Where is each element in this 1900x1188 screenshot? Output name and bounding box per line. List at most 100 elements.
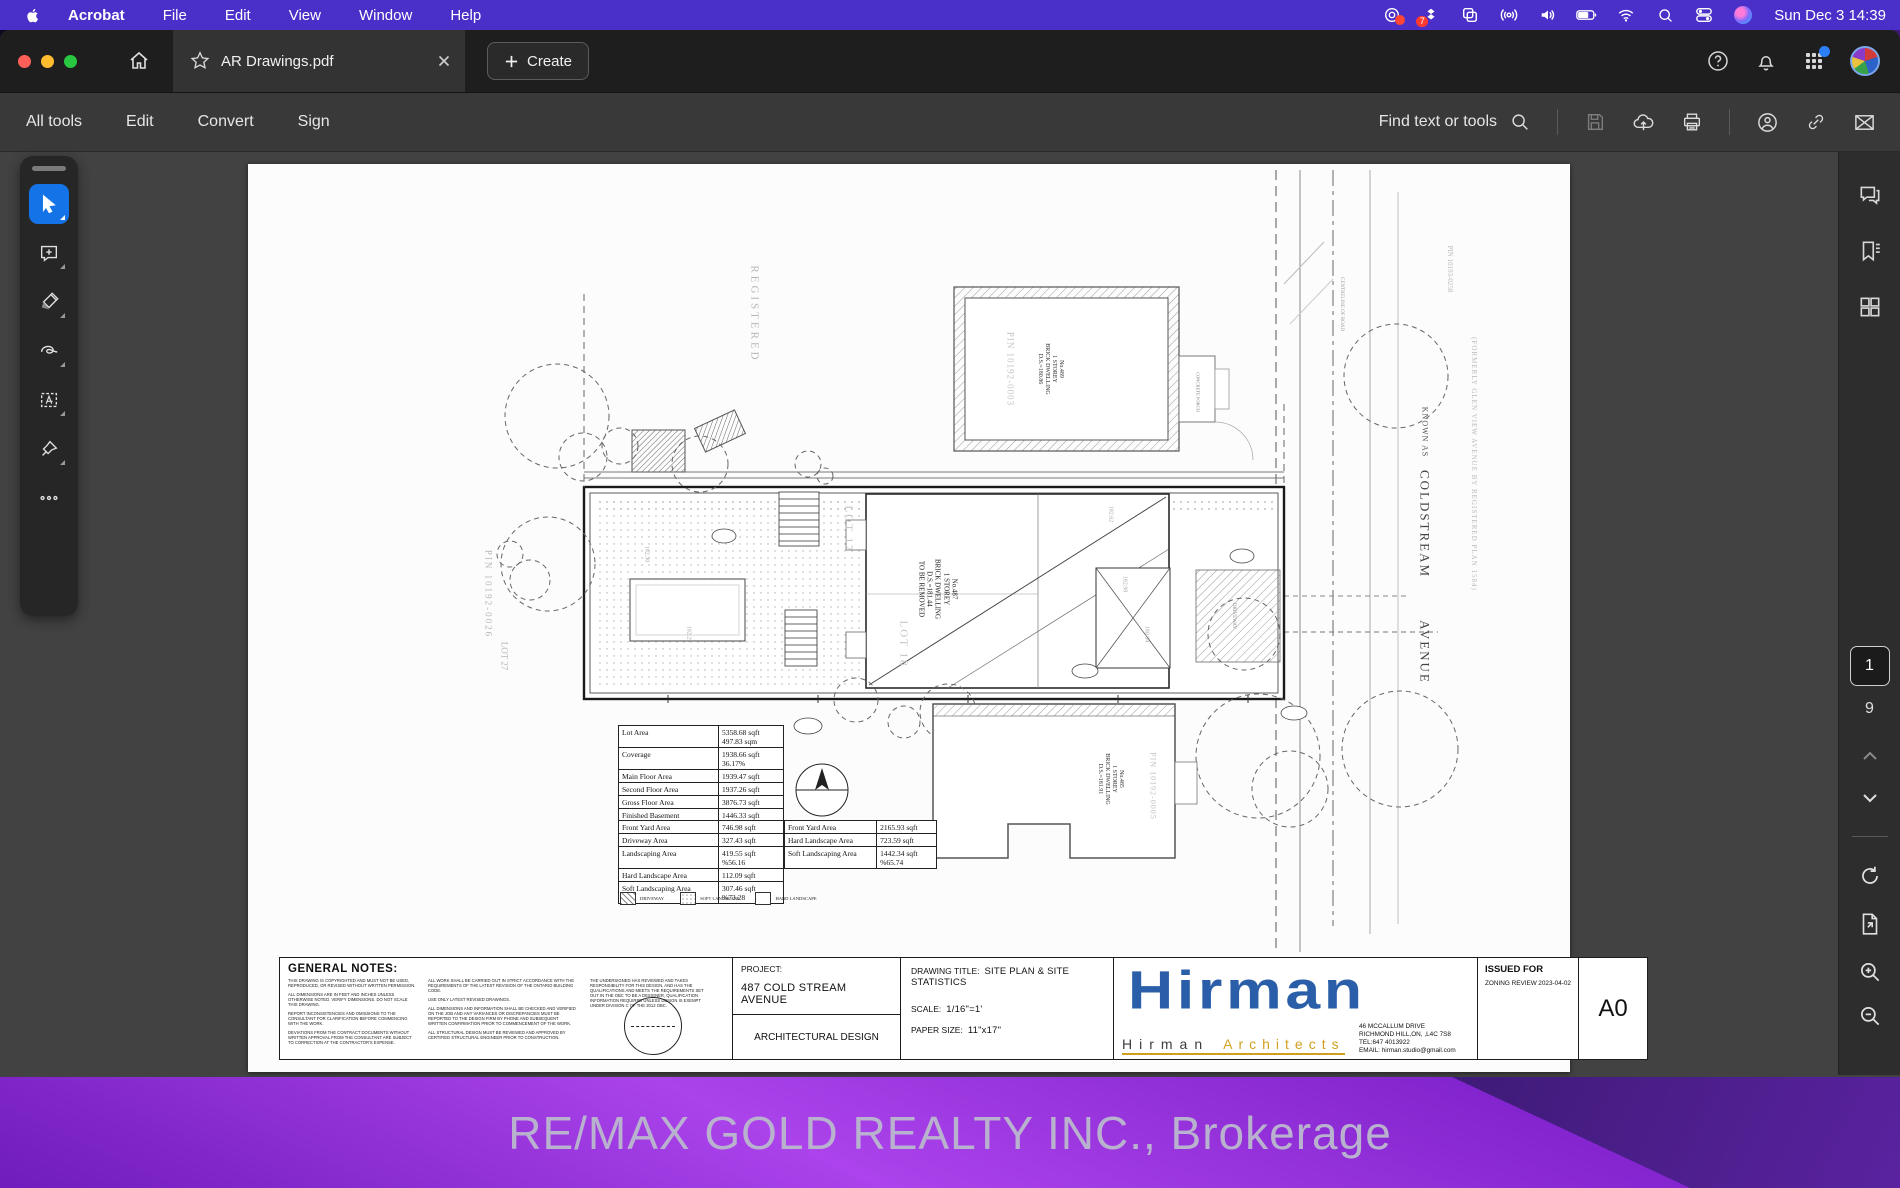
home-button[interactable] <box>119 41 159 81</box>
project-label: PROJECT: <box>741 964 892 974</box>
zoom-in-icon[interactable] <box>1857 959 1883 985</box>
current-page-input[interactable]: 1 <box>1850 646 1890 686</box>
issued-for-section: ISSUED FOR ZONING REVIEW 2023-04-02 <box>1478 958 1579 1059</box>
pin-right-label: PIN 10193-0258 <box>1446 246 1454 293</box>
edit-menu[interactable]: Edit <box>126 113 154 131</box>
star-icon[interactable] <box>189 50 211 72</box>
menubar-clock[interactable]: Sun Dec 3 14:39 <box>1774 7 1886 24</box>
tab-title: AR Drawings.pdf <box>221 53 425 70</box>
scale-label: SCALE: <box>911 1004 941 1014</box>
lot-17-label: LOT 17 <box>842 506 855 553</box>
site-plan-drawing <box>248 164 1570 1072</box>
project-address: 487 COLD STREAM AVENUE <box>741 982 892 1006</box>
sign-menu[interactable]: Sign <box>298 113 330 131</box>
table-row: Gross Floor Area3876.73 sqft <box>619 796 783 809</box>
volume-icon[interactable] <box>1537 5 1559 25</box>
apps-grid-icon[interactable] <box>1802 49 1826 73</box>
bookmarks-icon[interactable] <box>1857 238 1883 264</box>
dropbox-icon[interactable]: 7 <box>1420 5 1442 25</box>
window-controls <box>0 55 97 68</box>
lot-27-label: LOT 27 <box>499 642 510 671</box>
menu-view[interactable]: View <box>289 7 321 24</box>
next-page-icon[interactable] <box>1858 786 1882 810</box>
issued-for-value: ZONING REVIEW <box>1485 980 1537 987</box>
elevation-label: 180.64 <box>1142 626 1149 643</box>
menu-window[interactable]: Window <box>359 7 412 24</box>
menu-help[interactable]: Help <box>450 7 481 24</box>
pdf-page[interactable]: REGISTERED PIN 10192-0026 LOT 27 LOT 17 … <box>248 164 1570 1072</box>
print-icon[interactable] <box>1681 111 1703 133</box>
general-notes-column: ALL WORK SHALL BE CARRIED OUT IN STRICT … <box>428 978 578 1049</box>
spotlight-icon[interactable] <box>1654 5 1676 25</box>
highlight-tool[interactable] <box>29 282 69 322</box>
firm-section: Hirman Hirman Architects 46 MCCALLUM DRI… <box>1114 958 1478 1059</box>
more-tools[interactable] <box>29 478 69 518</box>
acrobat-window: AR Drawings.pdf Create All tools <box>0 30 1900 1077</box>
close-tab-icon[interactable] <box>435 52 453 70</box>
table-row: Main Floor Area1939.47 sqft <box>619 770 783 783</box>
email-icon[interactable] <box>1853 111 1876 134</box>
fullscreen-window-button[interactable] <box>64 55 77 68</box>
macos-menubar: Acrobat File Edit View Window Help 7 Sun… <box>0 0 1900 30</box>
draw-tool[interactable] <box>29 331 69 371</box>
add-comment-tool[interactable] <box>29 233 69 273</box>
notifications-icon[interactable] <box>1754 49 1778 73</box>
rotate-icon[interactable] <box>1857 863 1883 889</box>
convert-menu[interactable]: Convert <box>198 113 254 131</box>
page-thumbnails-icon[interactable] <box>1857 294 1883 320</box>
formerly-label: (FORMERLY GLEN VIEW AVENUE BY REGISTERED… <box>1470 337 1478 591</box>
previous-page-icon[interactable] <box>1858 744 1882 768</box>
control-center-icon[interactable] <box>1693 5 1715 25</box>
document-tab[interactable]: AR Drawings.pdf <box>173 30 465 92</box>
wifi-icon[interactable] <box>1615 5 1637 25</box>
comments-icon[interactable] <box>1857 182 1883 208</box>
toolbar: All tools Edit Convert Sign Find text or… <box>0 92 1900 152</box>
right-sidebar: 1 9 <box>1838 152 1900 1075</box>
save-icon[interactable] <box>1584 111 1606 133</box>
find-text-button[interactable]: Find text or tools <box>1379 111 1531 133</box>
screen-record-icon[interactable] <box>1381 5 1403 25</box>
drawing-title-label: DRAWING TITLE: <box>911 966 979 976</box>
elevation-label: 182.98 <box>1120 576 1127 593</box>
avatar[interactable] <box>1850 46 1880 76</box>
issued-date: 2023-04-02 <box>1538 980 1571 987</box>
paper-size-label: PAPER SIZE: <box>911 1025 963 1035</box>
rear-yard-statistics-table: Front Yard Area2165.93 sqftHard Landscap… <box>784 820 937 869</box>
minimize-window-button[interactable] <box>41 55 54 68</box>
zoom-out-icon[interactable] <box>1857 1003 1883 1029</box>
quick-tools-panel <box>20 156 78 616</box>
landscape-legend: DRIVEWAYSOFT LANDSCAPEHARD LANDSCAPE <box>620 892 817 905</box>
text-box-tool[interactable] <box>29 380 69 420</box>
cloud-upload-icon[interactable] <box>1632 111 1655 134</box>
siri-icon[interactable] <box>1732 5 1754 25</box>
share-people-icon[interactable] <box>1756 111 1779 134</box>
help-icon[interactable] <box>1706 49 1730 73</box>
firm-name-architects: Architects <box>1223 1036 1344 1052</box>
extract-page-icon[interactable] <box>1857 911 1883 937</box>
stage-manager-icon[interactable] <box>1459 5 1481 25</box>
design-discipline: ARCHITECTURAL DESIGN <box>733 1015 900 1059</box>
menu-file[interactable]: File <box>163 7 187 24</box>
battery-icon[interactable] <box>1576 5 1598 25</box>
area-statistics-table: Lot Area5358.68 sqft 497.83 sqmCoverage1… <box>618 725 784 822</box>
create-button[interactable]: Create <box>487 42 589 80</box>
dwelling-485-label: No.485 1 STOREY BRICK DWELLING D.S.=181.… <box>1096 753 1124 805</box>
table-row: Lot Area5358.68 sqft 497.83 sqm <box>619 726 783 748</box>
select-tool[interactable] <box>29 184 69 224</box>
link-icon[interactable] <box>1805 111 1827 133</box>
table-row: Front Yard Area746.98 sqft <box>619 821 783 834</box>
panel-drag-handle[interactable] <box>32 166 66 171</box>
menubar-app-name[interactable]: Acrobat <box>68 7 125 24</box>
menu-edit[interactable]: Edit <box>225 7 251 24</box>
fill-sign-tool[interactable] <box>29 429 69 469</box>
all-tools-menu[interactable]: All tools <box>26 113 82 131</box>
concrete-porch-label: CONCRETE PORCH <box>1195 372 1200 412</box>
scale-value: 1/16"=1' <box>946 1004 982 1015</box>
airplay-icon[interactable] <box>1498 5 1520 25</box>
close-window-button[interactable] <box>18 55 31 68</box>
centreline-label: CENTRELINE OF ROAD <box>1338 277 1344 331</box>
page-navigation: 1 9 <box>1839 646 1900 1029</box>
street-name-coldstream: COLDSTREAM <box>1417 470 1432 578</box>
apple-menu-icon[interactable] <box>24 6 42 24</box>
pin-left-label: PIN 10192-0026 <box>483 550 494 638</box>
